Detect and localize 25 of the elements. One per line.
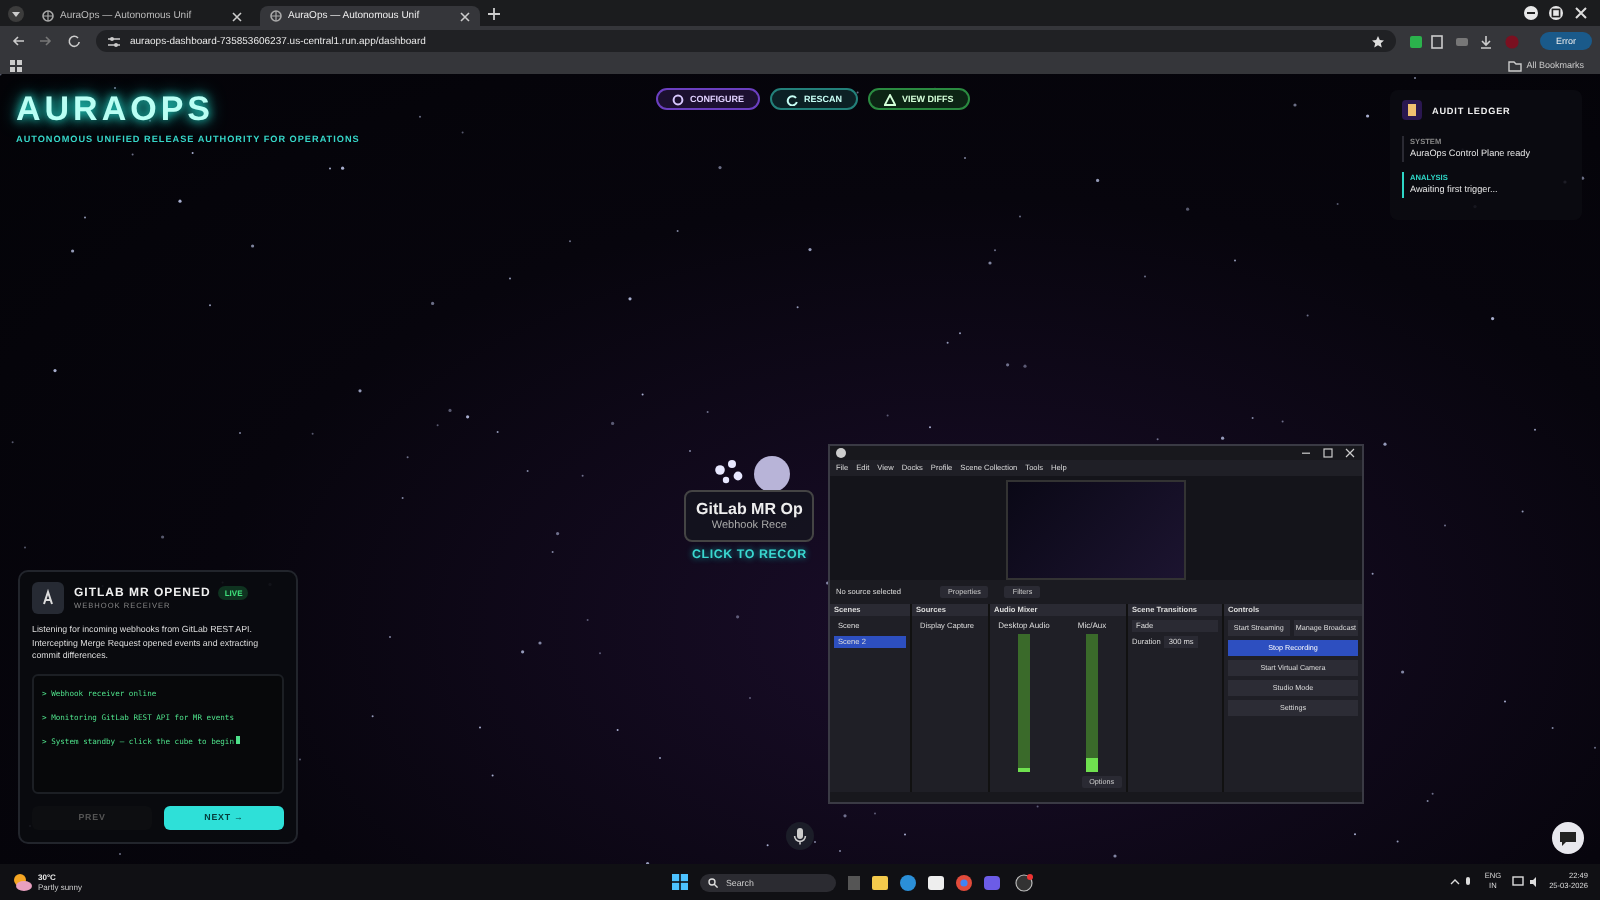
close-icon[interactable] [460, 11, 470, 21]
search-icon [708, 877, 718, 887]
weather-icon[interactable] [12, 872, 32, 892]
close-icon[interactable] [232, 11, 242, 21]
new-tab-icon[interactable] [488, 7, 500, 19]
window-controls-drawing[interactable] [1524, 6, 1588, 20]
app-logo: AURAOPS [16, 90, 217, 130]
star-icon[interactable] [1372, 35, 1384, 47]
folder-icon [1508, 59, 1523, 71]
tray-icons-drawing[interactable] [1450, 876, 1475, 888]
microphone-icon[interactable] [786, 822, 814, 850]
navigation-icons-drawing[interactable] [12, 34, 84, 48]
apps-grid-icon[interactable] [10, 59, 22, 71]
site-info-icon[interactable] [108, 35, 120, 47]
network-volume-icons-drawing[interactable] [1511, 876, 1540, 888]
globe-icon [42, 10, 54, 22]
node-title: GitLab MR Op [696, 500, 803, 518]
globe-icon [270, 10, 282, 22]
chat-icon[interactable] [1552, 822, 1584, 854]
ledger-icon [1402, 100, 1422, 120]
tab-list-icon[interactable] [8, 5, 24, 21]
text-cursor [236, 736, 241, 745]
start-icon[interactable] [672, 874, 688, 890]
window-controls-drawing[interactable] [1300, 448, 1356, 458]
app-icon [836, 448, 846, 458]
